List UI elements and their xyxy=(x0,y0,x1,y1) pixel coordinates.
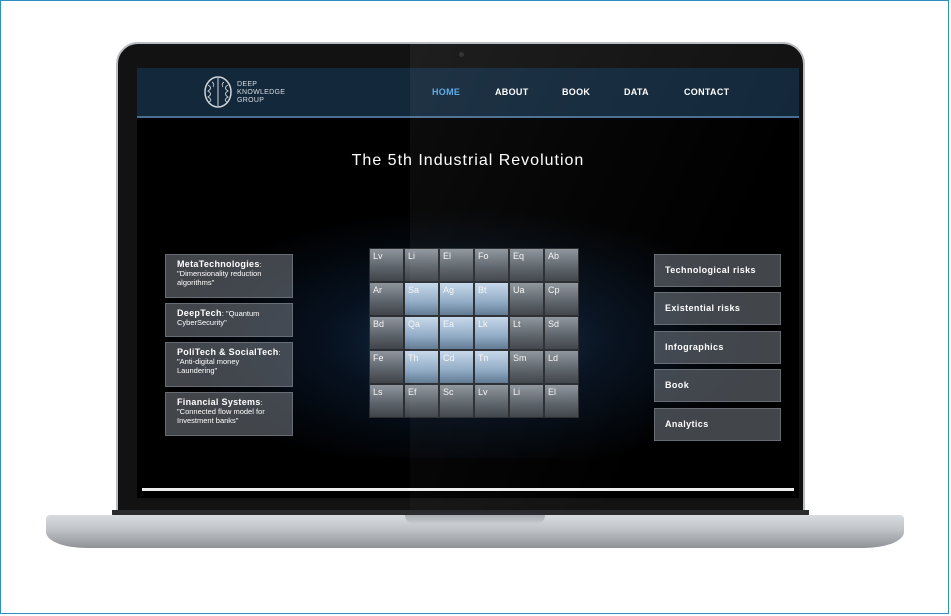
cube-tile: Eq xyxy=(509,248,544,282)
link-analytics[interactable]: Analytics xyxy=(654,408,781,441)
cube-tile: Sd xyxy=(544,316,579,350)
card-title: MetaTechnologies xyxy=(177,259,260,269)
periodic-cube-image: Lv Li El Fo Eq Ab Ar Sa Ag Bt Ua Cp Bd Qa Ea Lk Lt Sd Fe Th… xyxy=(367,248,581,448)
cube-tile: Ab xyxy=(544,248,579,282)
card-deeptech[interactable]: DeepTech: "Quantum CyberSecurity" xyxy=(165,303,293,337)
link-book[interactable]: Book xyxy=(654,369,781,402)
cube-tile: Fe xyxy=(369,350,404,384)
cube-tile: Lv xyxy=(474,384,509,418)
top-navigation: DEEP KNOWLEDGE GROUP HOME ABOUT BOOK DAT… xyxy=(137,68,799,118)
cube-tile: Ar xyxy=(369,282,404,316)
cube-tile: Ld xyxy=(544,350,579,384)
nav-contact[interactable]: CONTACT xyxy=(684,87,729,97)
logo-text: DEEP KNOWLEDGE GROUP xyxy=(237,81,285,105)
cube-tile: Ua xyxy=(509,282,544,316)
card-title: DeepTech xyxy=(177,308,222,318)
logo-line: DEEP xyxy=(237,81,258,88)
cube-tile: El xyxy=(439,248,474,282)
card-metatechnologies[interactable]: MetaTechnologies: "Dimensionality reduct… xyxy=(165,254,293,298)
cube-tile: Cd xyxy=(439,350,474,384)
cube-tile: Sc xyxy=(439,384,474,418)
logo[interactable]: DEEP KNOWLEDGE GROUP xyxy=(203,75,291,109)
cube-tile: Ls xyxy=(369,384,404,418)
cube-tile: Sm xyxy=(509,350,544,384)
card-financial-systems[interactable]: Financial Systems: "Connected flow model… xyxy=(165,392,293,436)
link-existential-risks[interactable]: Existential risks xyxy=(654,292,781,325)
nav-home[interactable]: HOME xyxy=(432,87,460,97)
cube-tile: Lt xyxy=(509,316,544,350)
cube-tile: Lv xyxy=(369,248,404,282)
card-title: Financial Systems xyxy=(177,397,261,407)
cube-tile: Th xyxy=(404,350,439,384)
cube-tile: Fo xyxy=(474,248,509,282)
link-technological-risks[interactable]: Technological risks xyxy=(654,254,781,287)
cube-tile: Lk xyxy=(474,316,509,350)
card-title: PoliTech & SocialTech xyxy=(177,347,279,357)
laptop-screen: DEEP KNOWLEDGE GROUP HOME ABOUT BOOK DAT… xyxy=(137,68,799,498)
cube-tile: Tn xyxy=(474,350,509,384)
cube-tile: Li xyxy=(404,248,439,282)
nav-data[interactable]: DATA xyxy=(624,87,649,97)
cube-tile: Qa xyxy=(404,316,439,350)
nav-book[interactable]: BOOK xyxy=(562,87,590,97)
cube-tile: Li xyxy=(509,384,544,418)
logo-line: GROUP xyxy=(237,97,265,104)
cube-tile: Ea xyxy=(439,316,474,350)
laptop-trackpad-notch xyxy=(405,515,545,524)
logo-line: KNOWLEDGE xyxy=(237,89,286,96)
camera-icon xyxy=(459,52,464,57)
brain-icon xyxy=(204,76,232,108)
page-title: The 5th Industrial Revolution xyxy=(351,152,585,169)
cube-tile: Cp xyxy=(544,282,579,316)
screen-divider xyxy=(142,488,794,491)
cube-tile: Sa xyxy=(404,282,439,316)
cube-tile: Bt xyxy=(474,282,509,316)
card-politech[interactable]: PoliTech & SocialTech: "Anti-digital mon… xyxy=(165,342,293,387)
link-infographics[interactable]: Infographics xyxy=(654,331,781,364)
nav-about[interactable]: ABOUT xyxy=(495,87,529,97)
cube-tile: Ag xyxy=(439,282,474,316)
cube-tile: El xyxy=(544,384,579,418)
cube-tile: Ef xyxy=(404,384,439,418)
cube-tile: Bd xyxy=(369,316,404,350)
